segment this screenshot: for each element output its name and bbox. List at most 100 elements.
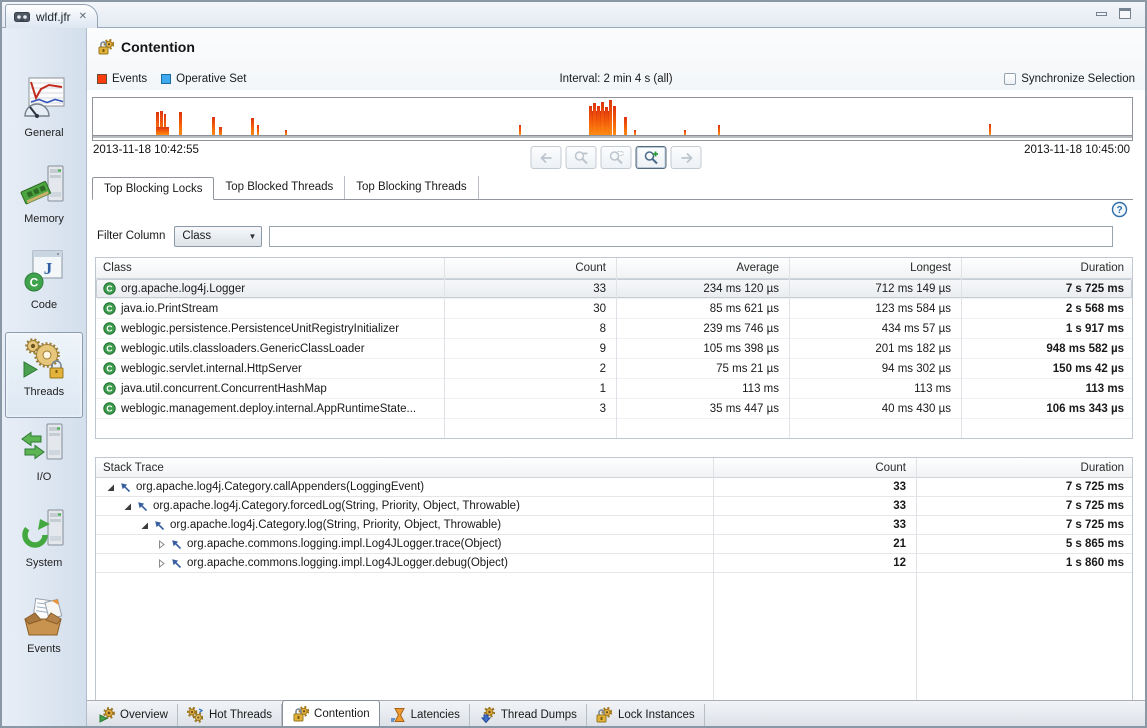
tab-latencies[interactable]: Latencies — [380, 704, 470, 726]
average-cell: 239 ms 746 µs — [616, 319, 789, 338]
sidebar-item-code[interactable]: JCCode — [5, 246, 83, 332]
sidebar-item-threads[interactable]: Threads — [5, 332, 83, 418]
table-row[interactable]: Cjava.util.concurrent.ConcurrentHashMap1… — [96, 379, 1132, 399]
duration-cell: 7 s 725 ms — [916, 497, 1133, 515]
zoom-out-button[interactable] — [566, 146, 597, 169]
top-blocking-locks-table: ClassCountAverageLongestDurationCorg.apa… — [95, 257, 1133, 439]
column-header-count[interactable]: Count — [713, 458, 916, 477]
class-cell: Cweblogic.persistence.PersistenceUnitReg… — [96, 319, 444, 338]
class-cell: Cweblogic.utils.classloaders.GenericClas… — [96, 339, 444, 358]
event-bar — [519, 125, 521, 135]
count-cell: 33 — [444, 279, 616, 298]
flight-recording-icon — [13, 9, 30, 25]
zoom-in-button[interactable] — [636, 146, 667, 169]
collapse-arrow-icon[interactable] — [106, 479, 115, 495]
collapse-arrow-icon[interactable] — [140, 517, 149, 533]
stack-trace-row[interactable]: org.apache.log4j.Category.forcedLog(Stri… — [96, 497, 1132, 516]
contention-lock-gear-icon — [97, 39, 114, 55]
event-bar — [597, 106, 600, 135]
help-button[interactable]: ? — [1110, 200, 1128, 218]
column-header-count[interactable]: Count — [444, 258, 616, 278]
table-row[interactable]: Corg.apache.log4j.Logger33234 ms 120 µs7… — [96, 279, 1132, 299]
count-cell: 3 — [444, 399, 616, 418]
column-header-average[interactable]: Average — [616, 258, 789, 278]
event-bar — [601, 102, 604, 135]
tab-top-blocked-threads[interactable]: Top Blocked Threads — [214, 176, 345, 199]
longest-cell: 434 ms 57 µs — [789, 319, 961, 338]
class-cell: Cjava.io.PrintStream — [96, 299, 444, 318]
count-cell: 8 — [444, 319, 616, 338]
stack-trace-row[interactable]: org.apache.commons.logging.impl.Log4JLog… — [96, 535, 1132, 554]
back-button[interactable] — [531, 146, 562, 169]
stack-trace-row[interactable]: org.apache.log4j.Category.callAppenders(… — [96, 478, 1132, 497]
count-cell: 33 — [713, 516, 916, 534]
event-bar — [684, 130, 686, 135]
svg-text:?: ? — [1116, 205, 1122, 216]
zoom-selection-button[interactable] — [601, 146, 632, 169]
synchronize-selection-checkbox[interactable] — [1004, 73, 1016, 85]
event-timeline-chart[interactable] — [92, 97, 1133, 141]
class-icon: C — [103, 321, 116, 337]
tab-overview[interactable]: Overview — [89, 704, 178, 726]
stack-trace-table: Stack TraceCountDurationorg.apache.log4j… — [95, 457, 1133, 702]
duration-cell: 1 s 917 ms — [961, 319, 1133, 338]
duration-cell: 948 ms 582 µs — [961, 339, 1133, 358]
count-cell: 9 — [444, 339, 616, 358]
stack-trace-row[interactable]: org.apache.commons.logging.impl.Log4JLog… — [96, 554, 1132, 573]
sidebar-item-label: System — [26, 557, 63, 569]
class-icon: C — [103, 361, 116, 377]
frame-cell: org.apache.log4j.Category.log(String, Pr… — [96, 516, 713, 534]
tab-lock-instances[interactable]: Lock Instances — [587, 704, 705, 726]
tab-top-blocking-threads[interactable]: Top Blocking Threads — [345, 176, 478, 199]
count-cell: 30 — [444, 299, 616, 318]
synchronize-selection-label: Synchronize Selection — [1021, 73, 1135, 85]
expand-arrow-icon[interactable] — [157, 555, 166, 571]
stack-trace-row[interactable]: org.apache.log4j.Category.log(String, Pr… — [96, 516, 1132, 535]
sidebar-item-i-o[interactable]: I/O — [5, 418, 83, 504]
sidebar-item-memory[interactable]: Memory — [5, 160, 83, 246]
svg-text:C: C — [106, 344, 112, 354]
table-row[interactable]: Cweblogic.servlet.internal.HttpServer275… — [96, 359, 1132, 379]
sidebar-item-system[interactable]: System — [5, 504, 83, 590]
column-header-duration[interactable]: Duration — [961, 258, 1133, 278]
maximize-icon[interactable] — [1119, 8, 1131, 19]
event-bar — [179, 112, 182, 135]
column-header-longest[interactable]: Longest — [789, 258, 961, 278]
event-bar — [257, 125, 259, 135]
close-icon[interactable]: ✕ — [79, 11, 87, 22]
minimize-icon[interactable] — [1096, 12, 1107, 16]
class-icon: C — [103, 401, 116, 417]
editor-tab-wldf-jfr[interactable]: wldf.jfr ✕ — [5, 4, 98, 28]
tab-contention[interactable]: Contention — [282, 700, 380, 726]
page-title-label: Contention — [121, 39, 195, 55]
collapse-arrow-icon[interactable] — [123, 498, 132, 514]
sidebar: General MemoryJCCodeThreadsI/O System Event… — [2, 28, 87, 726]
duration-cell: 106 ms 343 µs — [961, 399, 1133, 418]
lock-gear-icon — [596, 707, 613, 723]
table-row[interactable]: Cweblogic.persistence.PersistenceUnitReg… — [96, 319, 1132, 339]
class-icon: C — [103, 301, 116, 317]
column-header-duration[interactable]: Duration — [916, 458, 1133, 477]
tab-hot-threads[interactable]: Hot Threads — [178, 704, 282, 726]
count-cell: 1 — [444, 379, 616, 398]
timeline-end-time: 2013-11-18 10:45:00 — [1024, 144, 1130, 156]
forward-button[interactable] — [671, 146, 702, 169]
sidebar-item-events[interactable]: Events — [5, 590, 83, 676]
table-row[interactable]: Cweblogic.utils.classloaders.GenericClas… — [96, 339, 1132, 359]
filter-column-dropdown[interactable]: Class ▼ — [174, 226, 262, 247]
sidebar-item-label: General — [24, 127, 63, 139]
table-row[interactable]: Cweblogic.management.deploy.internal.App… — [96, 399, 1132, 419]
count-cell: 2 — [444, 359, 616, 378]
column-header-stack-trace[interactable]: Stack Trace — [96, 458, 713, 477]
column-header-class[interactable]: Class — [96, 258, 444, 278]
sidebar-item-general[interactable]: General — [5, 74, 83, 160]
filter-text-input[interactable] — [269, 226, 1113, 247]
table-row[interactable]: Cjava.io.PrintStream3085 ms 621 µs123 ms… — [96, 299, 1132, 319]
locks-table-header: ClassCountAverageLongestDuration — [96, 258, 1132, 279]
gear-play-icon — [98, 707, 115, 723]
tab-thread-dumps[interactable]: Thread Dumps — [470, 704, 587, 726]
expand-arrow-icon[interactable] — [157, 536, 166, 552]
duration-cell: 150 ms 42 µs — [961, 359, 1133, 378]
event-bar — [624, 117, 627, 135]
tab-top-blocking-locks[interactable]: Top Blocking Locks — [92, 177, 214, 200]
